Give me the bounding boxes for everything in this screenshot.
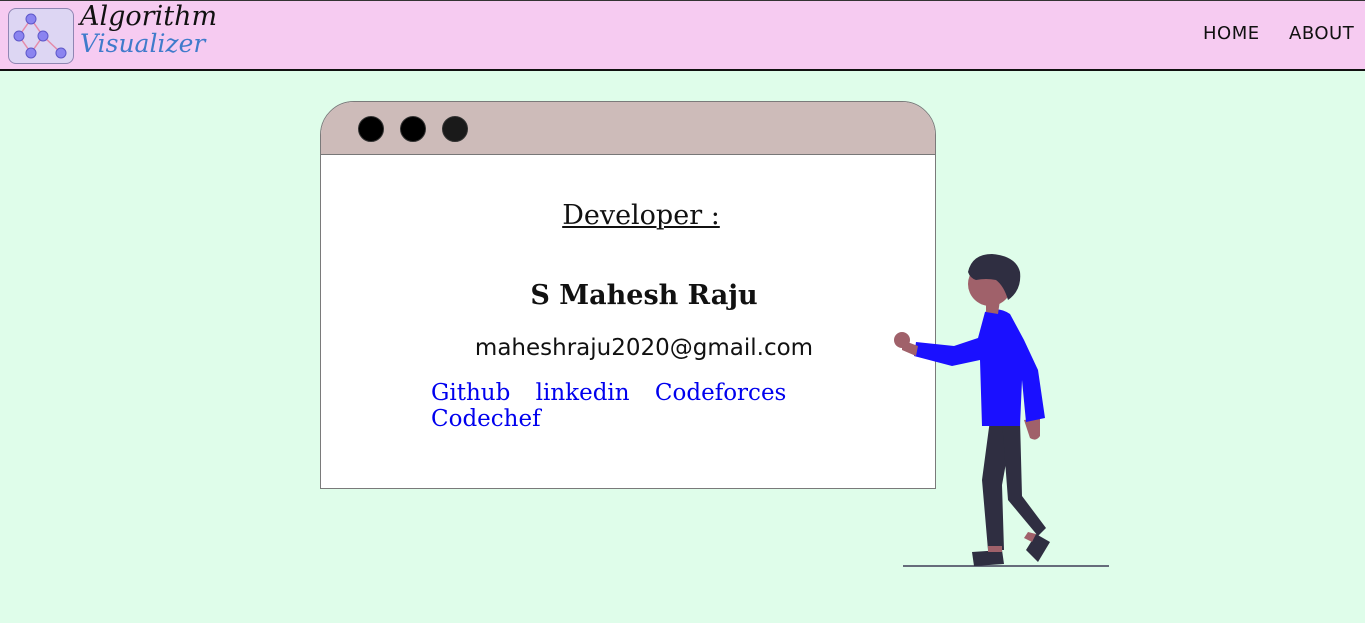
brand-title-line1: Algorithm [80, 1, 218, 32]
profile-links: Github linkedin Codeforces Codechef [431, 380, 935, 432]
codechef-link[interactable]: Codechef [431, 406, 541, 432]
developer-heading: Developer : [562, 200, 720, 231]
window-dot-icon [358, 116, 384, 142]
codeforces-link[interactable]: Codeforces [655, 380, 786, 406]
person-illustration [894, 254, 1109, 567]
nav-home-link[interactable]: HOME [1203, 23, 1260, 44]
github-link[interactable]: Github [431, 380, 510, 406]
developer-name: S Mahesh Raju [530, 280, 758, 311]
brand-title-line2: Visualizer [80, 29, 206, 58]
window-dot-icon [400, 116, 426, 142]
developer-card-window: Developer : S Mahesh Raju maheshraju2020… [320, 101, 936, 489]
navbar: Algorithm Visualizer HOME ABOUT [0, 0, 1365, 71]
window-dot-icon [442, 116, 468, 142]
developer-email: maheshraju2020@gmail.com [474, 335, 814, 361]
window-title-bar [321, 102, 935, 155]
nav-about-link[interactable]: ABOUT [1289, 23, 1354, 44]
logo-graph-icon[interactable] [8, 8, 74, 64]
linkedin-link[interactable]: linkedin [536, 380, 630, 406]
